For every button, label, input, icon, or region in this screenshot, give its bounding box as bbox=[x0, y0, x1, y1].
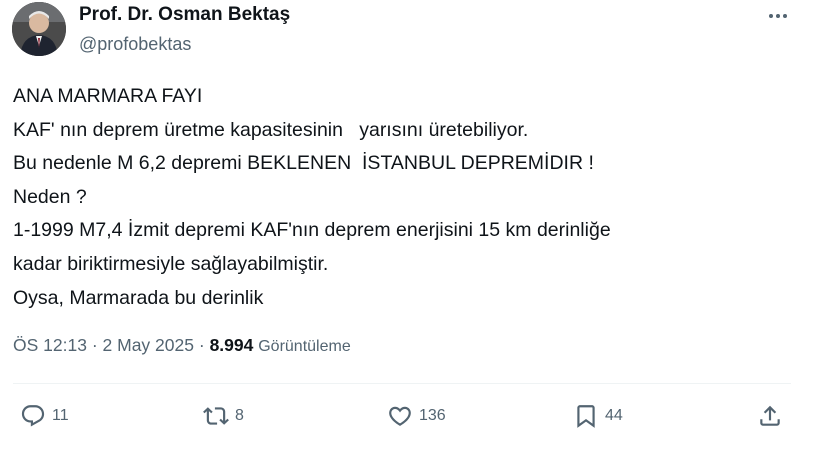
like-count: 136 bbox=[419, 407, 446, 424]
more-dot-icon bbox=[769, 14, 773, 18]
more-dot-icon bbox=[783, 14, 787, 18]
like-button[interactable]: 136 bbox=[387, 400, 446, 432]
bookmark-count: 44 bbox=[605, 407, 623, 424]
tweet-line: kadar biriktirmesiyle sağlayabilmiştir. bbox=[13, 252, 329, 275]
tweet-date[interactable]: 2 May 2025 bbox=[103, 335, 194, 355]
author-handle[interactable]: @profobektas bbox=[79, 34, 191, 55]
views-label: Görüntüleme bbox=[258, 338, 351, 355]
tweet-text: ANA MARMARA FAYI KAF' nın deprem üretme … bbox=[13, 80, 803, 315]
heart-icon bbox=[389, 406, 411, 426]
share-icon bbox=[760, 405, 780, 426]
reply-button[interactable]: 11 bbox=[20, 400, 69, 432]
retweet-button[interactable]: 8 bbox=[203, 400, 244, 432]
retweet-count: 8 bbox=[235, 407, 244, 424]
tweet-time[interactable]: ÖS 12:13 bbox=[13, 335, 87, 355]
tweet-line: Oysa, Marmarada bu derinlik bbox=[13, 286, 264, 309]
retweet-icon bbox=[203, 407, 229, 425]
share-button[interactable] bbox=[757, 400, 783, 432]
tweet-line: 1-1999 M7,4 İzmit depremi KAF'nın deprem… bbox=[13, 219, 611, 242]
bookmark-button[interactable]: 44 bbox=[573, 400, 623, 432]
tweet-line: KAF' nın deprem üretme kapasitesinin yar… bbox=[13, 118, 529, 141]
avatar-image bbox=[12, 2, 66, 56]
avatar[interactable] bbox=[12, 2, 66, 56]
tweet: Prof. Dr. Osman Bektaş @profobektas ANA … bbox=[0, 0, 838, 452]
tweet-line: Bu nedenle M 6,2 depremi BEKLENEN İSTANB… bbox=[13, 152, 594, 175]
author-name[interactable]: Prof. Dr. Osman Bektaş bbox=[79, 4, 290, 26]
more-dot-icon bbox=[776, 14, 780, 18]
tweet-line: Neden ? bbox=[13, 185, 87, 208]
reply-count: 11 bbox=[52, 407, 69, 424]
tweet-line: ANA MARMARA FAYI bbox=[13, 85, 203, 107]
meta-separator: · bbox=[91, 335, 98, 355]
views-count[interactable]: 8.994 bbox=[210, 335, 254, 355]
meta-separator: · bbox=[198, 335, 205, 355]
bookmark-icon bbox=[577, 405, 595, 428]
divider bbox=[13, 383, 791, 384]
more-options-button[interactable] bbox=[760, 2, 796, 30]
tweet-meta: ÖS 12:13 · 2 May 2025 · 8.994 Görüntülem… bbox=[13, 335, 351, 356]
reply-icon bbox=[21, 405, 45, 427]
